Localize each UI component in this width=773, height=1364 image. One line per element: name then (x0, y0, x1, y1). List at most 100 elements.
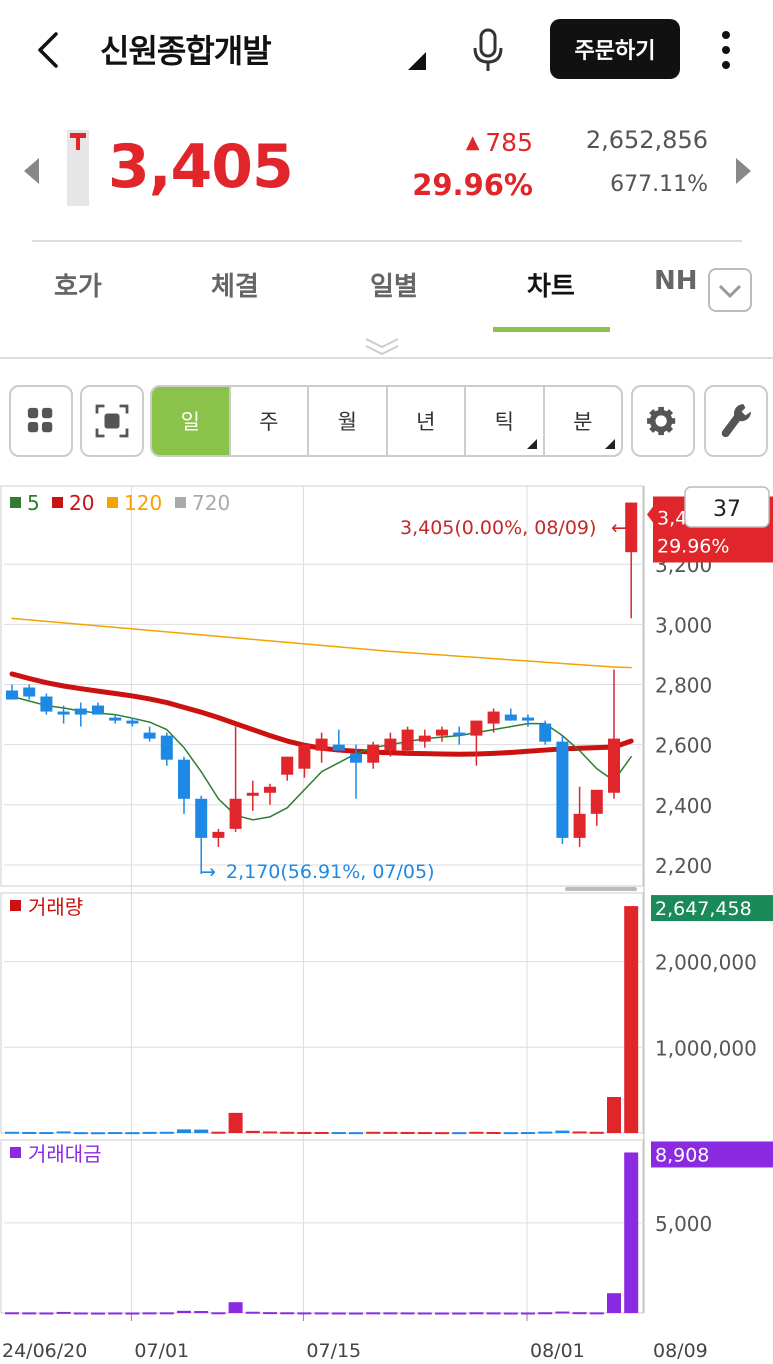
candle-body (229, 798, 242, 829)
fullscreen-button[interactable] (80, 385, 144, 457)
amount-bar (194, 1311, 209, 1314)
tab-daily[interactable]: 일별 (370, 266, 418, 303)
amount-bar (39, 1312, 54, 1315)
amount-bar (211, 1312, 226, 1315)
period-month-button[interactable]: 월 (309, 387, 388, 455)
volume-bar (108, 1132, 123, 1135)
prev-stock-arrow-icon[interactable] (24, 158, 39, 184)
volume-bar (538, 1131, 553, 1134)
volume-bar (39, 1132, 54, 1135)
amount-legend-label: 거래대금 (28, 1142, 102, 1166)
amount-bar (486, 1312, 501, 1315)
layout-button[interactable] (9, 385, 73, 457)
quote-summary: 3,405 ▲ 785 29.96% 2,652,856 677.11% (0, 110, 773, 230)
period-week-button[interactable]: 주 (231, 387, 309, 455)
stock-name[interactable]: 신원종합개발 (100, 26, 272, 72)
candle-body (367, 744, 380, 763)
chevron-down-icon (718, 284, 742, 299)
tab-executions[interactable]: 체결 (211, 266, 259, 303)
amount-bar (245, 1311, 260, 1314)
expand-double-chevron-icon[interactable] (362, 336, 402, 358)
volume-bar (263, 1131, 277, 1134)
volume-bar (349, 1132, 363, 1135)
volume-bar (245, 1130, 260, 1133)
candle-body (92, 705, 104, 715)
amount-bar (297, 1312, 312, 1315)
legend-label: 120 (124, 491, 162, 515)
period-tick-button[interactable]: 틱 (466, 387, 545, 455)
volume-bar (469, 1131, 484, 1134)
price-tick-label: 2,800 (655, 673, 712, 697)
order-button[interactable]: 주문하기 (550, 19, 680, 79)
back-arrow-icon[interactable] (30, 28, 66, 72)
high-price-annotation: 3,405(0.00%, 08/09) (400, 517, 596, 539)
amount-bar (5, 1312, 19, 1315)
candle-body (74, 708, 87, 715)
x-tick-label: 24/06/20 (2, 1340, 87, 1362)
microphone-icon[interactable] (468, 26, 508, 74)
period-day-button[interactable]: 일 (152, 387, 231, 455)
amount-bar (125, 1312, 140, 1315)
price-tick-label: 2,200 (655, 854, 712, 878)
x-tick-label: 08/09 (653, 1340, 708, 1362)
more-menu-icon[interactable] (714, 28, 738, 72)
candle-body (40, 696, 53, 712)
chart-settings-button[interactable] (631, 385, 695, 457)
stock-chart[interactable]: 5 20 120 720 3,2003,0002,8002,6002,4002,200… (0, 482, 773, 1364)
volume-bar (486, 1131, 501, 1134)
volume-bar (555, 1130, 570, 1133)
tab-expand-button[interactable] (708, 268, 752, 312)
price-change-value: 785 (485, 128, 533, 157)
volume-bar (589, 1131, 604, 1134)
active-tab-indicator (493, 327, 610, 332)
amount-bar (314, 1312, 329, 1315)
candle-count-value: 37 (713, 497, 741, 522)
stock-dropdown-icon[interactable] (408, 52, 426, 70)
ma120-line (11, 617, 632, 669)
candlestick-series (6, 502, 638, 874)
volume-current-tag-value: 2,647,458 (655, 898, 752, 920)
x-tick-label: 07/01 (134, 1340, 189, 1362)
volume-bar (125, 1132, 140, 1135)
volume-bar (572, 1131, 587, 1134)
amount-bar (73, 1312, 88, 1315)
amount-bar (263, 1312, 277, 1315)
arrow-left-icon: ← (611, 517, 627, 539)
amount-bar (607, 1293, 621, 1313)
wrench-icon (721, 404, 752, 438)
candle-body (195, 798, 208, 838)
chart-tools-button[interactable] (704, 385, 768, 457)
price-tick-label: 3,000 (655, 613, 712, 637)
amount-bar (452, 1312, 467, 1315)
amount-bar (521, 1312, 535, 1315)
tab-nh[interactable]: NH (654, 266, 704, 296)
amount-bar (142, 1312, 157, 1315)
candle-body (556, 741, 569, 838)
candle-body (436, 729, 448, 736)
price-tick-label: 2,400 (655, 794, 712, 818)
candle-body (590, 789, 603, 814)
candle-body (6, 690, 18, 700)
next-stock-arrow-icon[interactable] (736, 158, 751, 184)
amount-bar (177, 1310, 191, 1313)
volume-bar (417, 1132, 432, 1135)
candle-body (470, 720, 483, 736)
amount-bar (22, 1312, 37, 1315)
volume-bar (159, 1131, 174, 1134)
volume-bar (607, 1097, 621, 1133)
tab-orderbook[interactable]: 호가 (54, 266, 102, 303)
volume-bar (142, 1131, 157, 1134)
price-tick-label: 2,600 (655, 734, 712, 758)
amount-bar (555, 1311, 570, 1314)
tab-chart[interactable]: 차트 (527, 266, 575, 303)
volume-bar (366, 1131, 381, 1134)
amount-bar (108, 1312, 123, 1315)
candle-body (57, 711, 70, 715)
volume-bar (503, 1132, 518, 1135)
legend-swatch (10, 497, 21, 508)
panel-frame (0, 892, 644, 1134)
amount-bar (91, 1312, 105, 1315)
period-year-button[interactable]: 년 (388, 387, 466, 455)
period-minute-button[interactable]: 분 (545, 387, 622, 455)
candle-body (332, 744, 345, 751)
